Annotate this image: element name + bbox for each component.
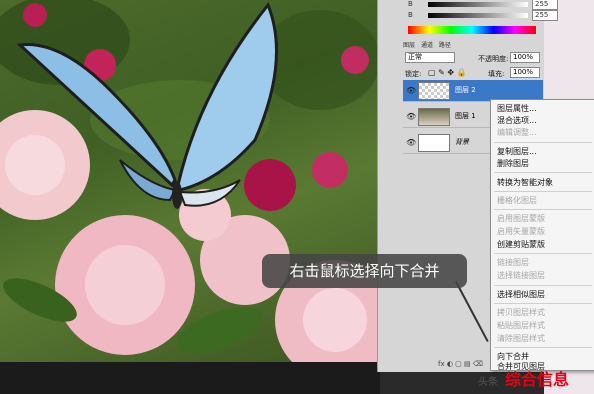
menu-item-select-similar-layers[interactable]: 选择相似图层 xyxy=(497,290,545,300)
fill-label: 填充: xyxy=(488,70,505,78)
eye-icon[interactable]: 👁 xyxy=(406,86,416,95)
slider-track[interactable] xyxy=(428,13,528,18)
menu-separator xyxy=(494,191,592,192)
menu-separator xyxy=(494,142,592,143)
color-slider-row-1: B 255 xyxy=(408,0,558,10)
menu-item-copy-layer-style[interactable]: 拷贝图层样式 xyxy=(497,308,545,318)
menu-item-merge-down[interactable]: 向下合并 xyxy=(497,352,529,362)
menu-separator xyxy=(494,347,592,348)
watermark-logo: 综合信息 xyxy=(505,370,570,389)
menu-item-enable-vector-mask[interactable]: 启用矢量蒙版 xyxy=(497,227,545,237)
menu-separator xyxy=(494,253,592,254)
menu-separator xyxy=(494,285,592,286)
menu-separator xyxy=(494,172,592,173)
image-canvas[interactable] xyxy=(0,0,377,362)
menu-item-paste-layer-style[interactable]: 粘贴图层样式 xyxy=(497,321,545,331)
canvas-footer-dark xyxy=(0,362,380,394)
layer-name: 背景 xyxy=(455,138,469,146)
slider-label: B xyxy=(408,0,413,8)
fill-field[interactable]: 100% xyxy=(510,67,540,78)
lock-label: 锁定: xyxy=(405,70,422,78)
layer-context-menu: 图层属性... 混合选项... 编辑调整... 复制图层... 删除图层 转换为… xyxy=(490,99,594,371)
eye-icon[interactable]: 👁 xyxy=(406,112,416,121)
menu-item-select-linked-layers[interactable]: 选择链接图层 xyxy=(497,271,545,281)
menu-item-link-layers[interactable]: 链接图层 xyxy=(497,258,529,268)
tab-paths[interactable]: 路径 xyxy=(439,42,451,49)
instruction-callout: 右击鼠标选择向下合并 xyxy=(262,254,467,288)
menu-item-layer-properties[interactable]: 图层属性... xyxy=(497,104,537,114)
layer-thumbnail xyxy=(418,134,450,152)
layer-thumbnail xyxy=(418,82,450,100)
menu-item-edit-adjustment[interactable]: 编辑调整... xyxy=(497,128,537,138)
panel-tabs: 图层 通道 路径 xyxy=(403,40,543,50)
menu-separator xyxy=(494,209,592,210)
layer-name: 图层 2 xyxy=(455,86,476,94)
slider-value-field[interactable]: 255 xyxy=(532,0,558,10)
menu-item-blending-options[interactable]: 混合选项... xyxy=(497,116,537,126)
layer-thumbnail xyxy=(418,108,450,126)
tab-layers[interactable]: 图层 xyxy=(403,42,415,49)
watermark-prefix: 头条 xyxy=(478,377,498,388)
menu-separator xyxy=(494,303,592,304)
slider-value-field[interactable]: 255 xyxy=(532,10,558,21)
menu-item-create-clipping-mask[interactable]: 创建剪贴蒙版 xyxy=(497,240,545,250)
eye-icon[interactable]: 👁 xyxy=(406,138,416,147)
panel-footer-icons[interactable]: fx ◐ ▢ ▤ ⌫ xyxy=(438,360,483,368)
opacity-label: 不透明度: xyxy=(478,55,509,63)
tab-channels[interactable]: 通道 xyxy=(421,42,433,49)
color-slider-row-2: B 255 xyxy=(408,10,558,21)
menu-item-enable-layer-mask[interactable]: 启用图层蒙版 xyxy=(497,214,545,224)
slider-track[interactable] xyxy=(428,2,528,7)
slider-label: B xyxy=(408,11,413,19)
layer-name: 图层 1 xyxy=(455,112,476,120)
menu-item-duplicate-layer[interactable]: 复制图层... xyxy=(497,147,537,157)
butterfly-flower-photo xyxy=(0,0,377,362)
opacity-field[interactable]: 100% xyxy=(510,52,540,63)
menu-item-rasterize-layer[interactable]: 栅格化图层 xyxy=(497,196,537,206)
menu-item-convert-smart-object[interactable]: 转换为智能对象 xyxy=(497,178,553,188)
menu-item-clear-layer-style[interactable]: 清除图层样式 xyxy=(497,334,545,344)
blend-mode-select[interactable]: 正常 xyxy=(405,52,455,63)
screenshot-root: B 255 B 255 图层 通道 路径 正常 不透明度: 100% 锁定: ▢… xyxy=(0,0,594,394)
color-spectrum-bar[interactable] xyxy=(408,26,536,34)
menu-item-delete-layer[interactable]: 删除图层 xyxy=(497,159,529,169)
lock-icons[interactable]: ▢ ✎ ✥ 🔒 xyxy=(428,68,467,77)
